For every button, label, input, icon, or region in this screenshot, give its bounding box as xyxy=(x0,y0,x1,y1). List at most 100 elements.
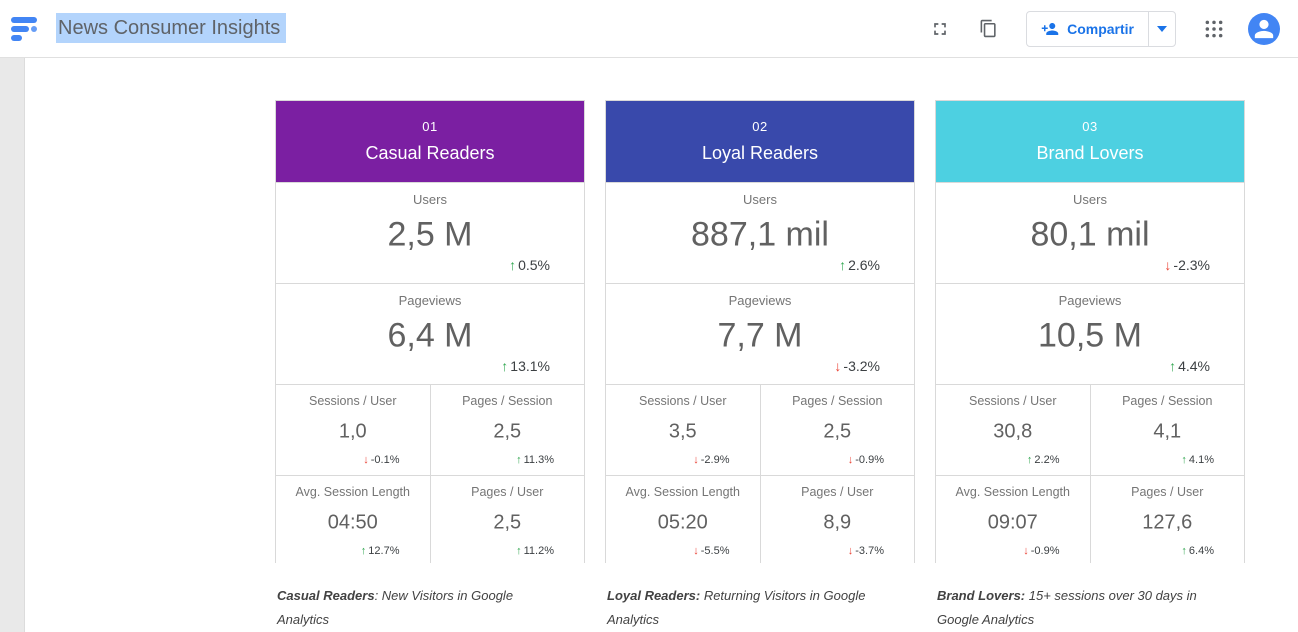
change-percent: 2.2% xyxy=(1034,454,1059,466)
copy-icon xyxy=(979,19,998,38)
scorecard-brand-lovers: 03 Brand Lovers Users 80,1 mil -2.3% Pag… xyxy=(935,100,1245,563)
change-percent: -0.9% xyxy=(1031,545,1060,557)
trend-arrow-icon xyxy=(1181,545,1187,557)
segment-number: 03 xyxy=(1082,119,1097,134)
metric-value: 2,5 xyxy=(431,511,585,534)
change-percent: -2.3% xyxy=(1173,257,1210,273)
segment-number: 01 xyxy=(422,119,437,134)
share-split-button: Compartir xyxy=(1026,11,1176,47)
metric-label: Avg. Session Length xyxy=(936,485,1090,499)
change-percent: -5.5% xyxy=(701,545,730,557)
metric-change: -2.3% xyxy=(1164,257,1210,273)
footnote-casual-readers: Casual Readers: New Visitors in Google A… xyxy=(277,584,559,632)
trend-arrow-icon xyxy=(516,545,522,557)
metric-pages-per-session: Pages / Session 4,1 4.1% xyxy=(1091,385,1245,475)
metric-avg-session-length: Avg. Session Length 04:50 12.7% xyxy=(276,476,430,566)
metric-change: -0.9% xyxy=(1023,545,1059,557)
metric-change: 12.7% xyxy=(361,545,400,557)
change-percent: -0.9% xyxy=(855,454,884,466)
metric-pages-per-user: Pages / User 2,5 11.2% xyxy=(431,476,585,566)
metric-change: 6.4% xyxy=(1181,545,1214,557)
metric-value: 2,5 M xyxy=(276,216,584,255)
trend-arrow-icon xyxy=(834,358,841,374)
metric-pageviews: Pageviews 10,5 M 4.4% xyxy=(936,284,1244,384)
trend-arrow-icon xyxy=(361,545,367,557)
change-percent: 4.4% xyxy=(1178,358,1210,374)
metric-pageviews: Pageviews 7,7 M -3.2% xyxy=(606,284,914,384)
fullscreen-button[interactable] xyxy=(928,17,952,41)
metric-label: Pageviews xyxy=(606,293,914,308)
metric-avg-session-length: Avg. Session Length 09:07 -0.9% xyxy=(936,476,1090,566)
metric-label: Pages / User xyxy=(1091,485,1245,499)
canvas-left-margin xyxy=(0,58,25,632)
data-studio-logo[interactable] xyxy=(10,14,42,44)
trend-arrow-icon xyxy=(1023,545,1029,557)
metric-users: Users 2,5 M 0.5% xyxy=(276,183,584,283)
change-percent: 11.3% xyxy=(524,454,554,466)
change-percent: 12.7% xyxy=(368,545,399,557)
user-avatar[interactable] xyxy=(1248,13,1280,45)
metric-label: Avg. Session Length xyxy=(276,485,430,499)
trend-arrow-icon xyxy=(1181,454,1187,466)
metric-users: Users 887,1 mil 2.6% xyxy=(606,183,914,283)
metric-value: 127,6 xyxy=(1091,511,1245,534)
change-percent: 6.4% xyxy=(1189,545,1214,557)
trend-arrow-icon xyxy=(693,545,699,557)
metric-value: 3,5 xyxy=(606,420,760,443)
metric-change: -3.7% xyxy=(848,545,884,557)
report-title[interactable]: News Consumer Insights xyxy=(56,17,286,40)
footnote-term: Brand Lovers: xyxy=(937,588,1025,603)
metric-change: 11.3% xyxy=(516,454,554,466)
share-button[interactable]: Compartir xyxy=(1027,12,1148,46)
copy-report-button[interactable] xyxy=(976,17,1000,41)
metric-pageviews: Pageviews 6,4 M 13.1% xyxy=(276,284,584,384)
trend-arrow-icon xyxy=(693,454,699,466)
metric-label: Users xyxy=(276,192,584,207)
metric-pages-per-user: Pages / User 127,6 6.4% xyxy=(1091,476,1245,566)
change-percent: 0.5% xyxy=(518,257,550,273)
metric-change: 0.5% xyxy=(509,257,550,273)
change-percent: 11.2% xyxy=(524,545,554,557)
metric-change: -0.9% xyxy=(848,454,884,466)
metric-label: Users xyxy=(606,192,914,207)
metric-value: 10,5 M xyxy=(936,317,1244,356)
metric-label: Avg. Session Length xyxy=(606,485,760,499)
segment-header: 02 Loyal Readers xyxy=(606,101,914,182)
metric-label: Pages / User xyxy=(761,485,915,499)
metric-label: Pageviews xyxy=(276,293,584,308)
metric-change: 2.2% xyxy=(1027,454,1060,466)
metric-value: 04:50 xyxy=(276,511,430,534)
metric-change: 4.4% xyxy=(1169,358,1210,374)
trend-arrow-icon xyxy=(848,545,854,557)
fullscreen-icon xyxy=(930,19,950,39)
apps-grid-icon xyxy=(1204,19,1224,39)
metric-value: 2,5 xyxy=(431,420,585,443)
metric-change: -5.5% xyxy=(693,545,729,557)
app-header: News Consumer Insights Compartir xyxy=(0,0,1298,58)
report-canvas: 01 Casual Readers Users 2,5 M 0.5% Pagev… xyxy=(0,58,1298,632)
metric-label: Sessions / User xyxy=(606,394,760,408)
segment-number: 02 xyxy=(752,119,767,134)
share-dropdown-button[interactable] xyxy=(1148,12,1175,46)
share-button-label: Compartir xyxy=(1067,21,1134,37)
footnote-term: Loyal Readers: xyxy=(607,588,700,603)
metric-label: Pages / Session xyxy=(761,394,915,408)
apps-grid-button[interactable] xyxy=(1202,17,1226,41)
metric-label: Sessions / User xyxy=(276,394,430,408)
metric-value: 1,0 xyxy=(276,420,430,443)
metric-label: Sessions / User xyxy=(936,394,1090,408)
metric-label: Users xyxy=(936,192,1244,207)
metric-value: 30,8 xyxy=(936,420,1090,443)
metric-users: Users 80,1 mil -2.3% xyxy=(936,183,1244,283)
trend-arrow-icon xyxy=(1169,358,1176,374)
metric-change: 2.6% xyxy=(839,257,880,273)
change-percent: 2.6% xyxy=(848,257,880,273)
trend-arrow-icon xyxy=(509,257,516,273)
trend-arrow-icon xyxy=(501,358,508,374)
metric-label: Pageviews xyxy=(936,293,1244,308)
metric-label: Pages / User xyxy=(431,485,585,499)
metric-avg-session-length: Avg. Session Length 05:20 -5.5% xyxy=(606,476,760,566)
footnote-brand-lovers: Brand Lovers: 15+ sessions over 30 days … xyxy=(937,584,1219,632)
report-title-text[interactable]: News Consumer Insights xyxy=(56,13,286,43)
metric-value: 4,1 xyxy=(1091,420,1245,443)
